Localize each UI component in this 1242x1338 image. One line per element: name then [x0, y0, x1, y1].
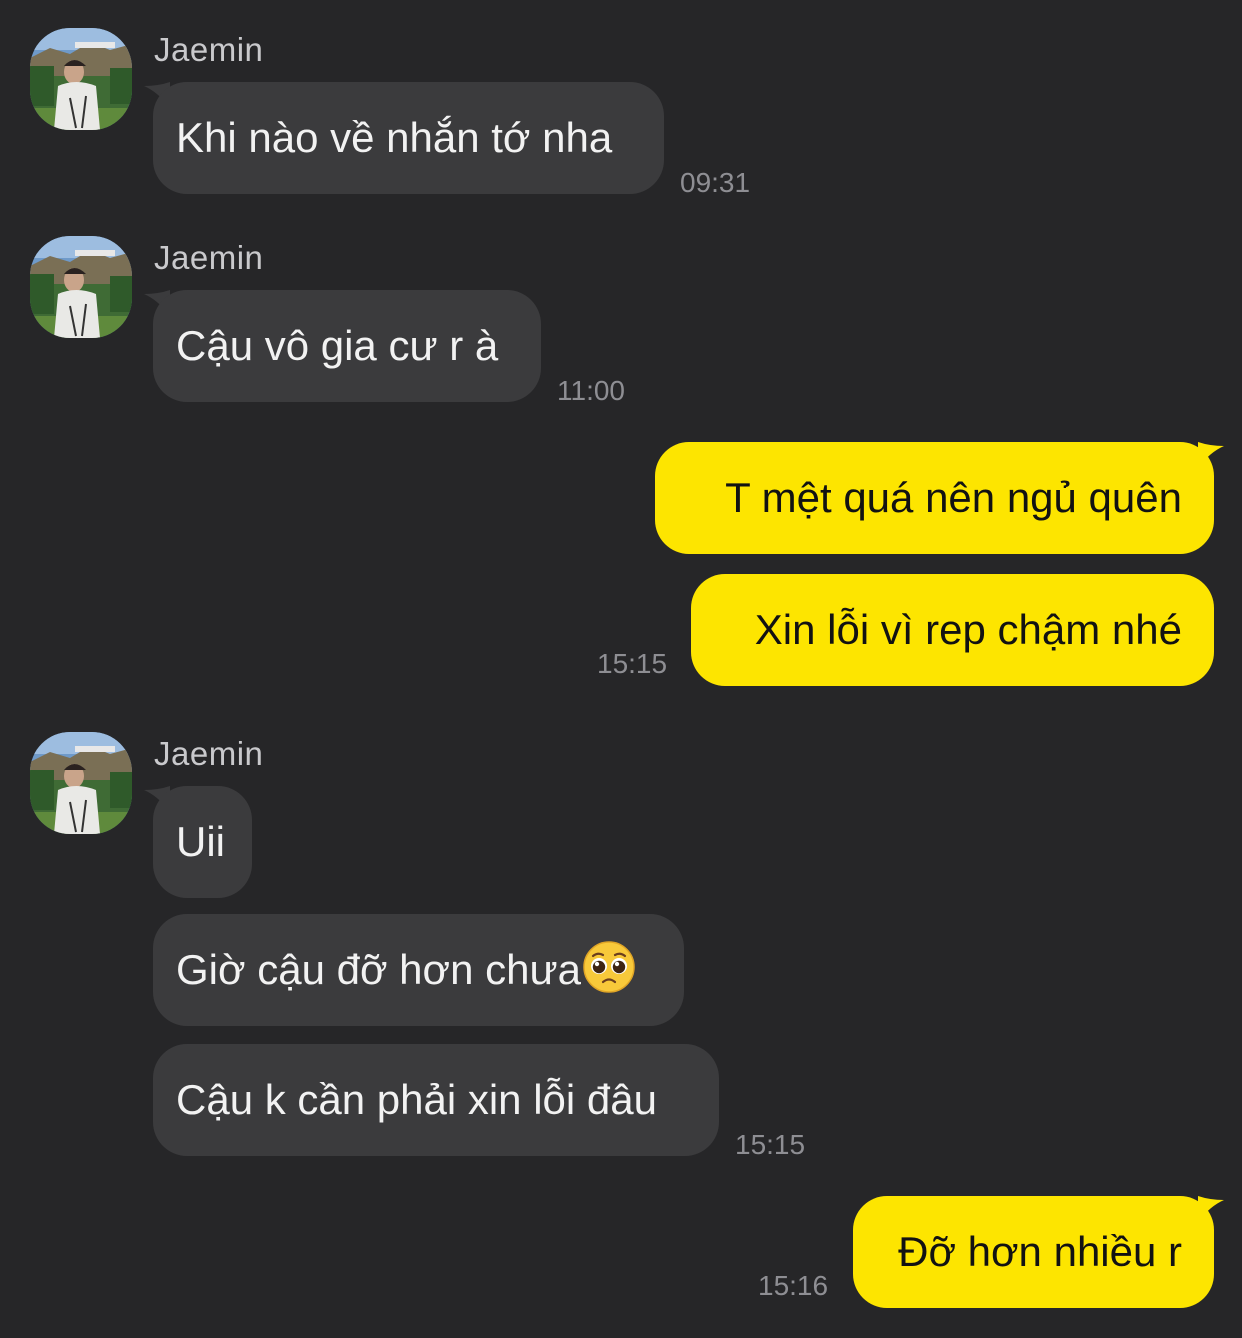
message-bubble-incoming[interactable]: Giờ cậu đỡ hơn chưa [153, 914, 684, 1026]
message-bubble-incoming[interactable]: Cậu k cần phải xin lỗi đâu [153, 1044, 719, 1156]
bubble-tail [1198, 1196, 1224, 1222]
pleading-face-icon [583, 923, 635, 993]
bubble-tail [1198, 442, 1224, 468]
message-bubble-incoming[interactable]: Uii [153, 786, 252, 898]
message-bubble-outgoing[interactable]: Xin lỗi vì rep chậm nhé [691, 574, 1214, 686]
sender-name: Jaemin [154, 735, 264, 772]
message-bubble-outgoing[interactable]: Đỡ hơn nhiều r [853, 1196, 1214, 1308]
message-timestamp: 11:00 [557, 375, 625, 406]
message-timestamp: 15:16 [758, 1270, 829, 1301]
message-bubble-outgoing[interactable]: T mệt quá nên ngủ quên [655, 442, 1214, 554]
message-timestamp: 15:15 [597, 648, 668, 679]
message-bubble-incoming[interactable]: Cậu vô gia cư r à [153, 290, 541, 402]
sender-name: Jaemin [154, 31, 264, 68]
message-bubble-incoming[interactable]: Khi nào về nhắn tớ nha [153, 82, 664, 194]
message-text: Giờ cậu đỡ hơn chưa [176, 946, 581, 993]
message-timestamp: 15:15 [735, 1129, 806, 1160]
avatar[interactable] [30, 732, 132, 834]
avatar[interactable] [30, 28, 132, 130]
avatar[interactable] [30, 236, 132, 338]
sender-name: Jaemin [154, 239, 264, 276]
message-timestamp: 09:31 [680, 167, 751, 198]
